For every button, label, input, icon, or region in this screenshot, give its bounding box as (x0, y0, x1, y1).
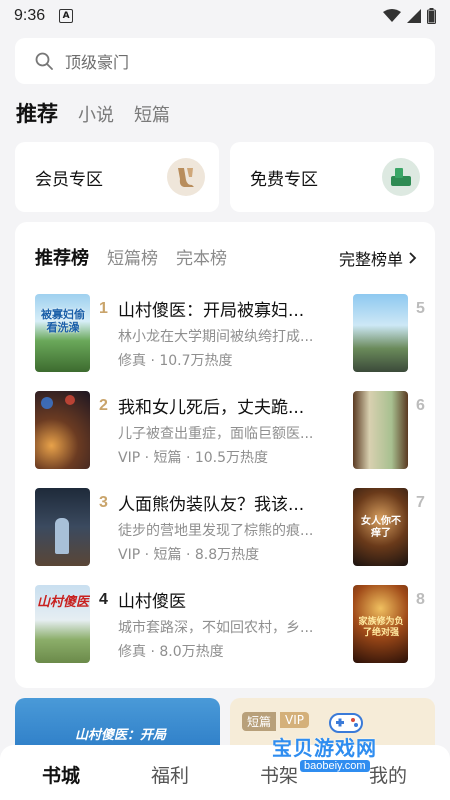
status-time: 9:36 (14, 7, 46, 24)
search-bar[interactable]: 顶级豪门 (15, 38, 435, 84)
book-cover: 被寡妇偷看洗澡 (35, 294, 90, 372)
promo-banner-left[interactable]: 山村傻医：开局 (15, 698, 220, 750)
category-tabs: 推荐 小说 短篇 (16, 98, 170, 128)
chevron-right-icon (409, 252, 417, 264)
rank-number: 7 (416, 494, 425, 511)
book-title: 人面熊伪装队友？我该... (118, 495, 305, 515)
cover-title: 女人你不痒了 (361, 516, 401, 539)
book-title: 山村傻医 (118, 592, 186, 612)
member-zone-label: 会员专区 (35, 169, 103, 190)
book-cover[interactable] (353, 294, 408, 372)
book-cover (35, 488, 90, 566)
ranking-card: 推荐榜 短篇榜 完本榜 完整榜单 被寡妇偷看洗澡 1 山村傻医：开局被寡妇...… (15, 222, 435, 688)
nav-bookshelf[interactable]: 书架 (260, 761, 298, 788)
full-list-link[interactable]: 完整榜单 (339, 246, 417, 270)
book-title: 我和女儿死后，丈夫跪... (118, 398, 305, 418)
rank-number: 3 (99, 494, 108, 511)
book-cover[interactable]: 家族修为负了绝对强 (353, 585, 408, 663)
ranking-tabs: 推荐榜 短篇榜 完本榜 (35, 244, 227, 270)
nav-profile[interactable]: 我的 (369, 761, 407, 788)
book-cover[interactable] (353, 391, 408, 469)
free-zone-label: 免费专区 (250, 169, 318, 190)
nav-welfare[interactable]: 福利 (151, 761, 189, 788)
status-bar: 9:36 A (0, 0, 450, 32)
book-meta: 修真 · 10.7万热度 (118, 353, 233, 369)
crown-icon (167, 158, 205, 196)
cover-title: 山村傻医 (37, 595, 90, 610)
banner-title: 山村傻医：开局 (75, 728, 167, 743)
tab-short-rank[interactable]: 短篇榜 (107, 244, 158, 269)
tab-recommend-rank[interactable]: 推荐榜 (35, 244, 89, 270)
cover-title: 被寡妇偷看洗澡 (41, 308, 85, 334)
battery-icon (427, 8, 436, 24)
book-title: 山村傻医：开局被寡妇... (118, 301, 305, 321)
rank-number: 4 (99, 591, 108, 608)
rank-number: 6 (416, 397, 425, 414)
rank-number: 5 (416, 300, 425, 317)
rank-number: 1 (99, 300, 108, 317)
tab-novel[interactable]: 小说 (78, 101, 114, 127)
tag-short: 短篇 (242, 712, 277, 731)
cover-title: 家族修为负了绝对强 (358, 617, 404, 638)
book-description: 林小龙在大学期间被纨绔打成... (118, 329, 314, 345)
full-list-label: 完整榜单 (338, 250, 403, 269)
free-zone-card[interactable]: 免费专区 (230, 142, 434, 212)
watermark-url: baobeiy.com (300, 760, 370, 772)
watermark-text: 宝贝游戏网 (272, 736, 377, 760)
book-description: 城市套路深，不如回农村，乡... (118, 620, 314, 636)
rank-number: 2 (99, 397, 108, 414)
book-meta: VIP · 短篇 · 10.5万热度 (118, 450, 269, 466)
book-meta: VIP · 短篇 · 8.8万热度 (118, 547, 260, 563)
signal-icon (407, 9, 421, 23)
tab-complete-rank[interactable]: 完本榜 (176, 244, 227, 269)
book-description: 儿子被查出重症，面临巨额医... (118, 426, 314, 442)
rank-number: 8 (416, 591, 425, 608)
member-zone-card[interactable]: 会员专区 (15, 142, 219, 212)
book-cover (35, 391, 90, 469)
notification-icon: A (59, 9, 74, 23)
bottom-navigation: 书城 福利 书架 我的 (0, 745, 450, 800)
book-cover[interactable]: 女人你不痒了 (353, 488, 408, 566)
search-icon (35, 52, 53, 70)
tag-vip: VIP (280, 712, 309, 728)
wifi-icon (383, 9, 401, 22)
book-meta: 修真 · 8.0万热度 (118, 644, 224, 660)
gift-icon (382, 158, 420, 196)
tab-short[interactable]: 短篇 (134, 101, 170, 127)
tab-recommend[interactable]: 推荐 (16, 98, 58, 128)
search-placeholder: 顶级豪门 (65, 53, 130, 72)
status-icons (383, 8, 436, 24)
book-description: 徒步的营地里发现了棕熊的痕... (118, 523, 314, 539)
book-cover: 山村傻医 (35, 585, 90, 663)
nav-bookstore[interactable]: 书城 (42, 761, 80, 788)
